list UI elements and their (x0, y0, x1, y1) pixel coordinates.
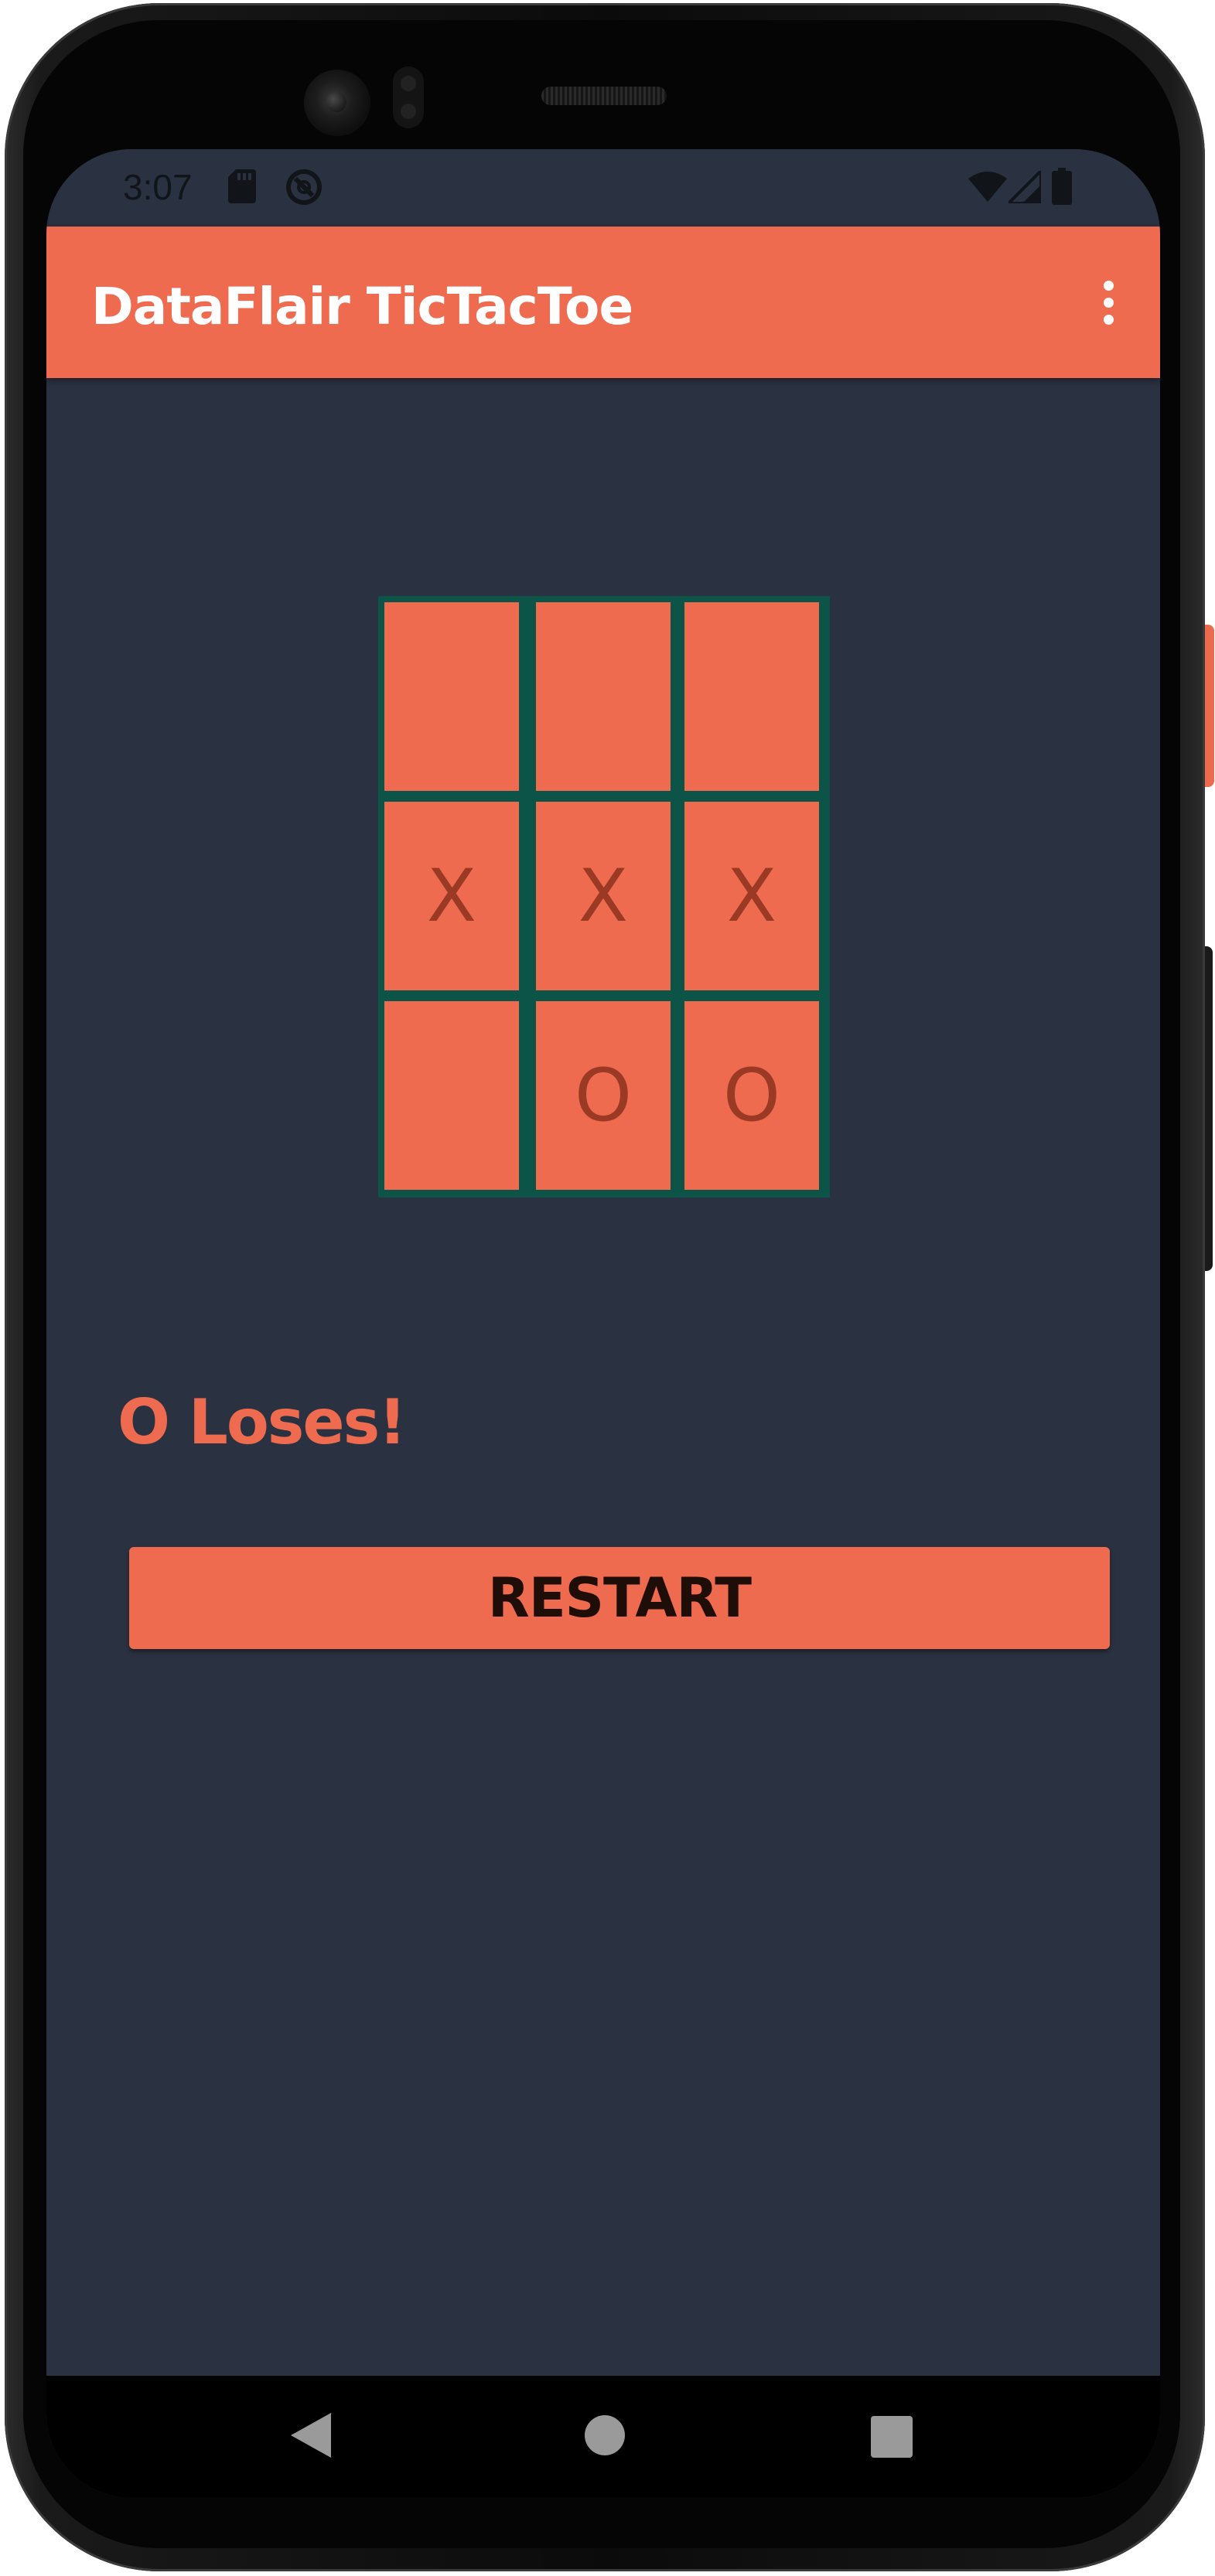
app-title: DataFlair TicTacToe (91, 277, 633, 336)
sd-card-icon (228, 169, 256, 203)
board-cell-r3c1[interactable] (384, 1001, 519, 1190)
back-icon[interactable] (291, 2413, 331, 2458)
board-cell-r3c2[interactable]: O (536, 1001, 671, 1190)
sync-icon (286, 169, 322, 205)
board-cell-r3c3[interactable]: O (684, 1001, 819, 1190)
sensor-dot (401, 76, 416, 91)
menu-dot (1104, 298, 1114, 308)
app-screen: 3:07 DataFlair TicTacToe X X X O O O Los… (46, 149, 1160, 2498)
navigation-bar (46, 2376, 1160, 2498)
sensor-dot (401, 104, 416, 119)
cell-signal-icon (1009, 171, 1041, 203)
menu-dot (1104, 281, 1114, 291)
home-icon[interactable] (584, 2414, 626, 2456)
front-camera-icon (304, 70, 370, 136)
camera-lens-icon (326, 92, 346, 112)
overflow-menu-icon[interactable] (1081, 273, 1135, 332)
board-cell-r2c3[interactable]: X (684, 802, 819, 990)
battery-icon (1052, 168, 1072, 205)
proximity-sensor-icon (393, 66, 424, 128)
board-cell-r1c1[interactable] (384, 602, 519, 791)
earpiece-speaker-icon (541, 87, 667, 105)
board-cell-r1c2[interactable] (536, 602, 671, 791)
board-cell-r2c1[interactable]: X (384, 802, 519, 990)
recents-icon[interactable] (871, 2416, 913, 2458)
power-button (1203, 625, 1214, 787)
restart-button[interactable]: RESTART (129, 1547, 1110, 1649)
board-cell-r2c2[interactable]: X (536, 802, 671, 990)
wifi-icon (968, 172, 1007, 202)
game-result-text: O Loses! (118, 1386, 407, 1458)
status-time: 3:07 (123, 167, 193, 207)
game-board: X X X O O (378, 596, 830, 1198)
phone-frame: 3:07 DataFlair TicTacToe X X X O O O Los… (0, 0, 1215, 2576)
board-cell-r1c3[interactable] (684, 602, 819, 791)
app-toolbar: DataFlair TicTacToe (46, 227, 1160, 378)
menu-dot (1104, 315, 1114, 325)
status-bar: 3:07 (46, 149, 1160, 227)
